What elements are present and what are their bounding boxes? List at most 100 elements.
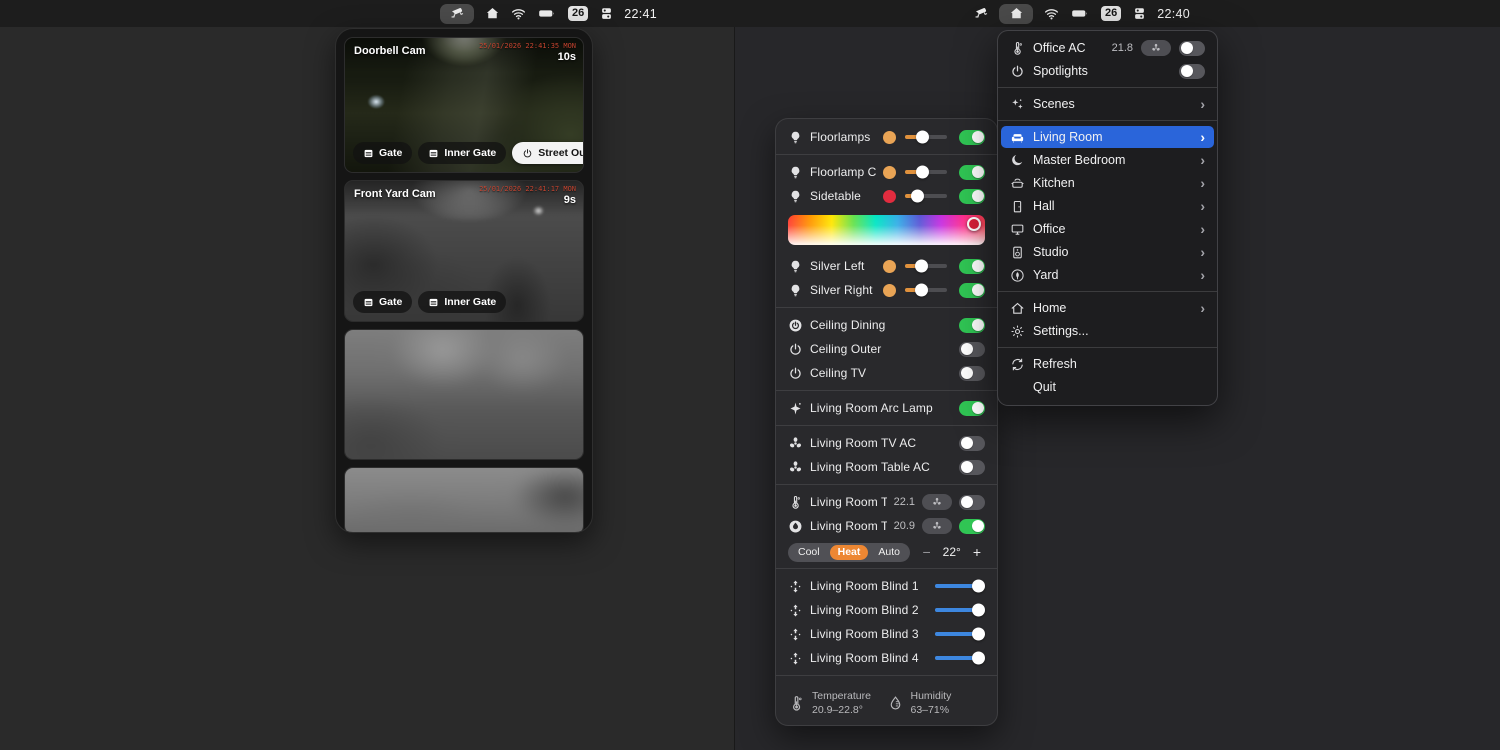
power-toggle[interactable] [959, 436, 985, 451]
chevron-right-icon: › [1200, 268, 1205, 282]
menu-item-settings[interactable]: Settings... [1001, 320, 1214, 342]
power-toggle[interactable] [959, 259, 985, 274]
home-app-menubar-button[interactable] [484, 6, 500, 22]
setpoint-increase-button[interactable]: + [969, 545, 985, 559]
menu-item-yard[interactable]: Yard › [1001, 264, 1214, 286]
chevron-right-icon: › [1200, 222, 1205, 236]
menu-item-master-bedroom[interactable]: Master Bedroom › [1001, 149, 1214, 171]
wifi-icon[interactable] [510, 6, 526, 22]
home-app-menubar-button[interactable] [999, 4, 1033, 24]
device-label: Floorlamps [810, 130, 876, 144]
brightness-slider[interactable] [905, 288, 947, 292]
color-picker-strip[interactable] [788, 215, 985, 245]
color-dot[interactable] [883, 166, 896, 179]
menu-item-spotlights[interactable]: Spotlights [1001, 60, 1214, 82]
inner-gate-button[interactable]: Inner Gate [418, 142, 506, 164]
menu-item-label: Quit [1033, 380, 1205, 394]
menu-item-hall[interactable]: Hall › [1001, 195, 1214, 217]
color-dot[interactable] [883, 284, 896, 297]
blind-position-slider[interactable] [935, 608, 981, 612]
power-toggle[interactable] [959, 495, 985, 510]
camera-quick-actions: Gate Inner Gate [353, 291, 506, 313]
menu-item-label: Kitchen [1033, 176, 1192, 190]
camera-duration: 9s [564, 194, 576, 206]
menu-item-label: Office [1033, 222, 1192, 236]
fan-icon [932, 497, 942, 507]
blind-position-slider[interactable] [935, 584, 981, 588]
power-toggle[interactable] [959, 519, 985, 534]
menu-item-office[interactable]: Office › [1001, 218, 1214, 240]
camera-name: Front Yard Cam [354, 188, 436, 200]
power-toggle[interactable] [959, 189, 985, 204]
brightness-slider[interactable] [905, 135, 947, 139]
input-switcher-icon[interactable] [598, 6, 614, 22]
home-icon [1008, 6, 1024, 22]
mode-segmented-control: Cool Heat Auto [788, 543, 910, 562]
wifi-icon[interactable] [1043, 6, 1059, 22]
color-dot[interactable] [883, 260, 896, 273]
camera-tile-loading-1[interactable] [344, 329, 584, 460]
camera-timestamp: 25/01/2026 22:41:17 MON [479, 185, 576, 193]
chevron-right-icon: › [1200, 130, 1205, 144]
pot-icon [1010, 176, 1025, 191]
inner-gate-button[interactable]: Inner Gate [418, 291, 506, 313]
power-toggle[interactable] [959, 165, 985, 180]
mode-cool-button[interactable]: Cool [790, 545, 828, 560]
camera-tile-front-yard[interactable]: Front Yard Cam 25/01/2026 22:41:17 MON 9… [344, 180, 584, 322]
battery-icon[interactable] [536, 6, 558, 22]
camera-app-menubar-button[interactable] [440, 4, 474, 24]
device-label: Living Room Blind 1 [810, 579, 926, 593]
camera-tile-doorbell[interactable]: Doorbell Cam 25/01/2026 22:41:35 MON 10s… [344, 37, 584, 173]
camera-tile-loading-2[interactable] [344, 467, 584, 533]
clock[interactable]: 22:41 [624, 7, 657, 21]
menu-item-label: Settings... [1033, 324, 1205, 338]
mode-heat-button[interactable]: Heat [830, 545, 869, 560]
battery-percent-badge[interactable]: 26 [568, 6, 588, 21]
mode-auto-button[interactable]: Auto [870, 545, 908, 560]
power-toggle[interactable] [959, 401, 985, 416]
power-toggle[interactable] [959, 366, 985, 381]
setpoint-decrease-button[interactable]: − [918, 545, 934, 559]
menu-item-scenes[interactable]: Scenes › [1001, 93, 1214, 115]
power-toggle[interactable] [959, 318, 985, 333]
battery-percent-badge[interactable]: 26 [1101, 6, 1121, 21]
power-toggle[interactable] [959, 460, 985, 475]
menu-item-office-ac[interactable]: Office AC 21.8 [1001, 37, 1214, 59]
cctv-icon[interactable] [973, 6, 989, 22]
color-dot[interactable] [883, 190, 896, 203]
brightness-slider[interactable] [905, 264, 947, 268]
power-toggle[interactable] [959, 342, 985, 357]
fan-mode-button[interactable] [1141, 40, 1171, 56]
fan-mode-button[interactable] [922, 494, 952, 510]
gate-button[interactable]: Gate [353, 291, 412, 313]
blind-position-slider[interactable] [935, 656, 981, 660]
refresh-icon [1010, 357, 1025, 372]
menu-item-home[interactable]: Home › [1001, 297, 1214, 319]
color-dot[interactable] [883, 131, 896, 144]
moon-icon [1010, 153, 1025, 168]
menu-item-label: Spotlights [1033, 64, 1171, 78]
menu-item-living-room[interactable]: Living Room › [1001, 126, 1214, 148]
power-toggle[interactable] [959, 283, 985, 298]
clock[interactable]: 22:40 [1157, 7, 1190, 21]
power-toggle[interactable] [1179, 64, 1205, 79]
battery-icon[interactable] [1069, 6, 1091, 22]
brightness-slider[interactable] [905, 194, 947, 198]
blind-position-slider[interactable] [935, 632, 981, 636]
menu-item-studio[interactable]: Studio › [1001, 241, 1214, 263]
display-icon [1010, 222, 1025, 237]
power-toggle[interactable] [959, 130, 985, 145]
fan-mode-button[interactable] [922, 518, 952, 534]
gate-button[interactable]: Gate [353, 142, 412, 164]
power-toggle[interactable] [1179, 41, 1205, 56]
color-picker-knob[interactable] [967, 217, 981, 231]
separator [776, 154, 997, 155]
menu-item-kitchen[interactable]: Kitchen › [1001, 172, 1214, 194]
street-outside-button[interactable]: Street Outside [512, 142, 584, 164]
brightness-slider[interactable] [905, 170, 947, 174]
device-label: Floorlamp Ce... [810, 165, 876, 179]
menu-item-refresh[interactable]: Refresh [1001, 353, 1214, 375]
input-switcher-icon[interactable] [1131, 6, 1147, 22]
menu-item-quit[interactable]: Quit [1001, 376, 1214, 398]
separator [776, 425, 997, 426]
